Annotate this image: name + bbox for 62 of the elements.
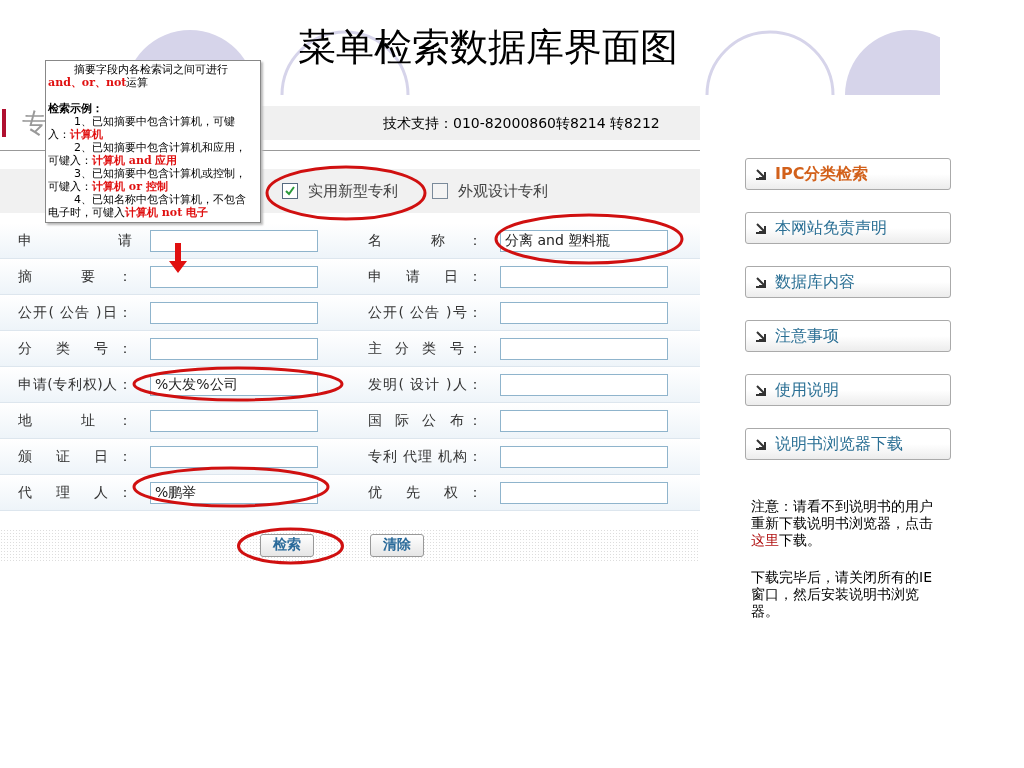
arrow-icon (756, 222, 767, 234)
header-marker (2, 109, 6, 137)
form-button[interactable]: 清除 (370, 533, 424, 557)
input-field[interactable] (150, 229, 318, 252)
tooltip-heading: 检索示例： (48, 102, 104, 115)
input-field[interactable] (500, 265, 668, 288)
input-field[interactable] (500, 445, 668, 468)
field-label: 主 分 类 号： (368, 339, 482, 358)
field-label: 申请 (18, 231, 132, 250)
input-field[interactable] (150, 301, 318, 324)
field-label: 国 际 公 布： (368, 411, 482, 430)
slide-title: 菜单检索数据库界面图 (298, 25, 678, 70)
tooltip-text: 2、已知摘要中包含计算机和应用，可键入：计算机 and 应用 (48, 141, 247, 167)
side-link-button[interactable]: IPC分类检索 (745, 158, 951, 190)
down-arrow-icon (169, 243, 187, 273)
field-label: 优 先 权： (368, 483, 482, 502)
side-link-button[interactable]: 数据库内容 (745, 266, 951, 298)
tooltip-text: 摘要字段内各检索词之间可进行and、or、not运算 (48, 63, 229, 89)
tooltip-text: 1、已知摘要中包含计算机，可键入：计算机 (48, 115, 236, 141)
input-field[interactable] (150, 337, 318, 360)
input-field[interactable] (500, 481, 668, 504)
side-link-button[interactable]: 说明书浏览器下载 (745, 428, 951, 460)
input-field[interactable]: %鹏举 (150, 481, 318, 504)
side-link-button[interactable]: 注意事项 (745, 320, 951, 352)
checkbox-label: 外观设计专利 (458, 181, 548, 201)
field-label: 摘 要： (18, 267, 132, 286)
tooltip-text: 4、已知名称中包含计算机，不包含电子时，可键入计算机 not 电子 (48, 193, 247, 219)
input-field[interactable] (500, 337, 668, 360)
field-label: 申请(专利权)人： (18, 375, 132, 394)
note-text: 下载完毕后，请关闭所有的IE窗口，然后安装说明书浏览器。 (751, 569, 933, 620)
side-link-button[interactable]: 本网站免责声明 (745, 212, 951, 244)
field-label: 分 类 号： (18, 339, 132, 358)
checkbox[interactable] (282, 183, 298, 199)
arrow-icon (756, 384, 767, 396)
field-label: 专利 代理 机构： (368, 447, 482, 466)
input-field[interactable]: %大发%公司 (150, 373, 318, 396)
checkbox-label: 实用新型专利 (308, 181, 398, 201)
field-label: 发明( 设计 )人： (368, 375, 482, 394)
arrow-icon (756, 330, 767, 342)
tooltip-text: 3、已知摘要中包含计算机或控制，可键入：计算机 or 控制 (48, 167, 247, 193)
arrow-icon (756, 438, 767, 450)
input-field[interactable]: 分离 and 塑料瓶 (500, 229, 668, 252)
arrow-icon (756, 276, 767, 288)
input-field[interactable] (150, 265, 318, 288)
note-text: 注意：请看不到说明书的用户重新下载说明书浏览器，点击 这里下载。 (751, 498, 933, 549)
field-label: 公开( 公告 )号： (368, 303, 482, 322)
field-label: 颁 证 日： (18, 447, 132, 466)
field-label: 地 址： (18, 411, 132, 430)
input-field[interactable] (500, 373, 668, 396)
form-button[interactable]: 检索 (260, 533, 314, 557)
side-link-button[interactable]: 使用说明 (745, 374, 951, 406)
download-link[interactable]: 这里 (751, 532, 779, 548)
input-field[interactable] (150, 409, 318, 432)
input-field[interactable] (500, 301, 668, 324)
field-label: 公开( 公告 )日： (18, 303, 132, 322)
arrow-icon (756, 168, 767, 180)
field-label: 代 理 人： (18, 483, 132, 502)
field-label: 名 称： (368, 231, 482, 250)
field-label: 申 请 日： (368, 267, 482, 286)
input-field[interactable] (500, 409, 668, 432)
input-field[interactable] (150, 445, 318, 468)
checkbox[interactable] (432, 183, 448, 199)
